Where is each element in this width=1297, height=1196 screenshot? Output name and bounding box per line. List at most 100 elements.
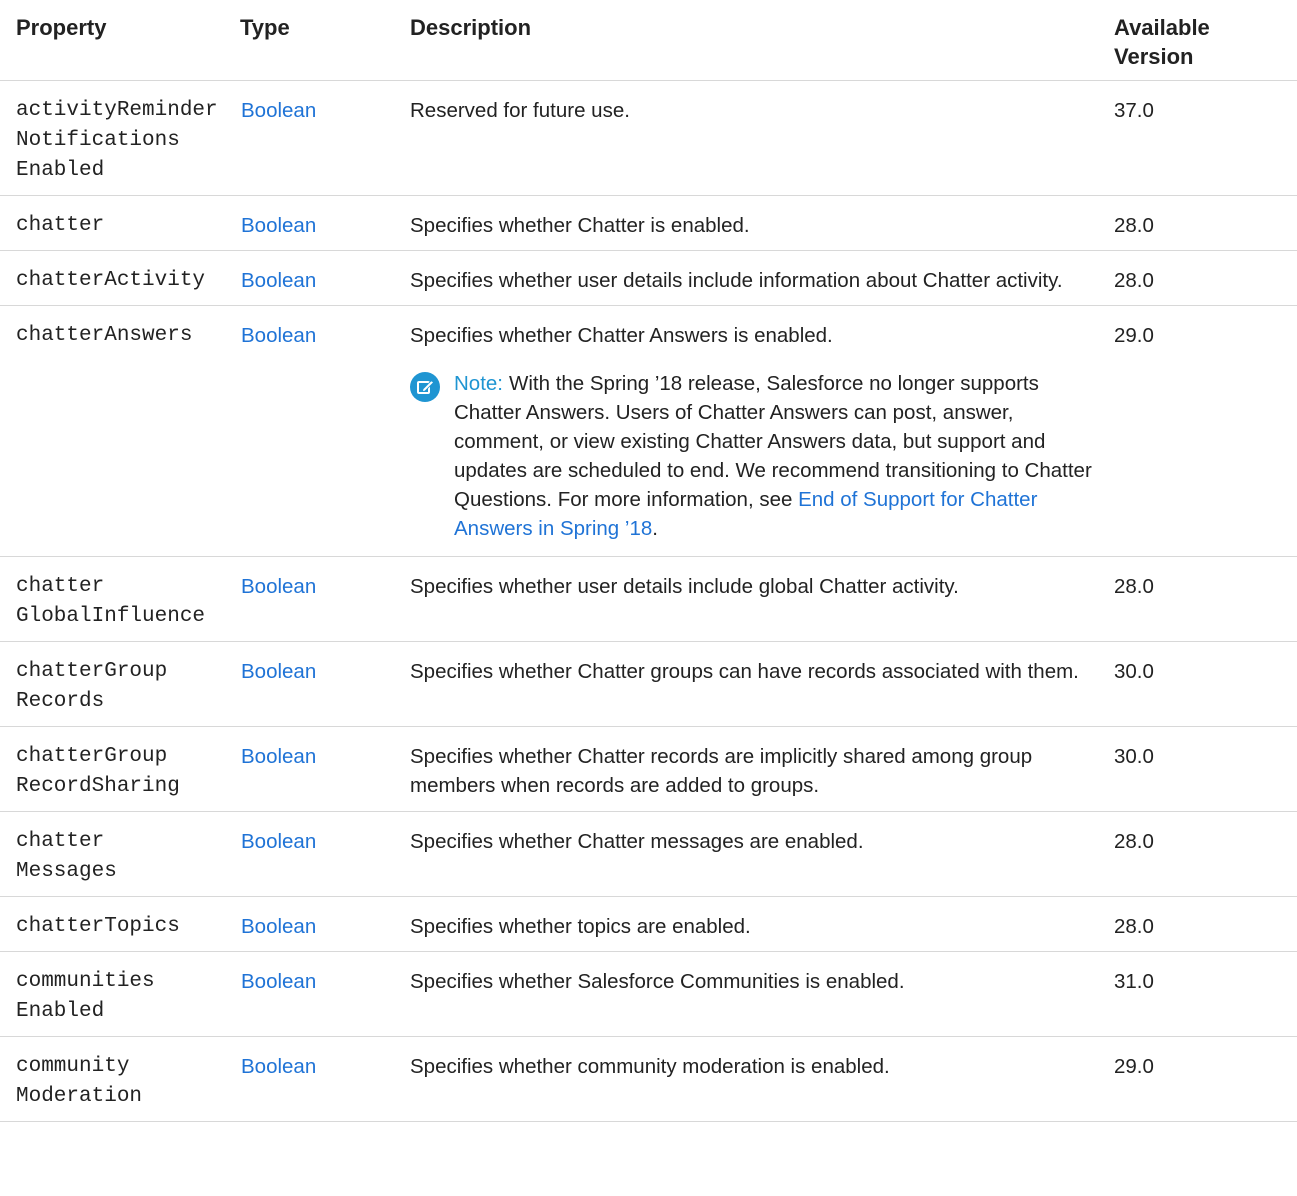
- type-cell: Boolean: [232, 896, 402, 952]
- property-name-line: Messages: [16, 860, 117, 883]
- table-row: chatter Messages Boolean Specifies whethe…: [0, 811, 1297, 897]
- type-link[interactable]: Boolean: [241, 99, 316, 122]
- version-cell: 37.0: [1108, 80, 1297, 196]
- table-row: activityReminder Notifications Enabled Boo…: [0, 80, 1297, 196]
- table-row: chatterActivity Boolean Specifies whethe…: [0, 250, 1297, 306]
- description-cell: Specifies whether Chatter records are im…: [402, 726, 1108, 812]
- property-name-line: RecordSharing: [16, 775, 180, 798]
- version-cell: 28.0: [1108, 556, 1297, 642]
- note-label: Note:: [454, 372, 503, 395]
- description-text: Specifies whether user details include i…: [410, 269, 1063, 292]
- property-name-line: chatter: [16, 214, 105, 237]
- type-link[interactable]: Boolean: [241, 660, 316, 683]
- description-cell: Specifies whether topics are enabled.: [402, 896, 1108, 952]
- property-cell: chatterGroup RecordSharing: [0, 726, 232, 812]
- version-cell: 29.0: [1108, 1036, 1297, 1122]
- version-cell: 28.0: [1108, 811, 1297, 897]
- version-cell: 28.0: [1108, 195, 1297, 251]
- property-cell: communities Enabled: [0, 951, 232, 1037]
- property-name-line: Notifications: [16, 129, 180, 152]
- property-cell: chatterTopics: [0, 896, 232, 952]
- property-cell: chatter Messages: [0, 811, 232, 897]
- note-callout: Note: With the Spring ’18 release, Salesf…: [410, 369, 1100, 547]
- type-link[interactable]: Boolean: [241, 575, 316, 598]
- table-row: community Moderation Boolean Specifies wh…: [0, 1036, 1297, 1122]
- version-cell: 30.0: [1108, 726, 1297, 812]
- property-name-line: Moderation: [16, 1085, 143, 1108]
- property-name-line: communities: [16, 970, 155, 993]
- property-name-line: chatter: [16, 575, 105, 598]
- table-body: activityReminder Notifications Enabled Boo…: [0, 80, 1297, 1122]
- note-end: .: [652, 517, 658, 540]
- property-cell: activityReminder Notifications Enabled: [0, 80, 232, 196]
- type-link[interactable]: Boolean: [241, 830, 316, 853]
- type-link[interactable]: Boolean: [241, 1055, 316, 1078]
- table-row: chatter GlobalInfluence Boolean Specifies…: [0, 556, 1297, 642]
- property-name-line: community: [16, 1055, 130, 1078]
- version-cell: 30.0: [1108, 641, 1297, 727]
- version-cell: 31.0: [1108, 951, 1297, 1037]
- property-name-line: chatter: [16, 830, 105, 853]
- description-text: Specifies whether topics are enabled.: [410, 915, 751, 938]
- version-cell: 29.0: [1108, 305, 1297, 557]
- description-cell: Specifies whether user details include g…: [402, 556, 1108, 642]
- table-row: chatterGroup Records Boolean Specifies wh…: [0, 641, 1297, 727]
- table-row: chatterGroup RecordSharing Boolean Specif…: [0, 726, 1297, 812]
- description-text: Specifies whether Chatter Answers is ena…: [410, 324, 833, 347]
- type-link[interactable]: Boolean: [241, 324, 316, 347]
- property-name-line: GlobalInfluence: [16, 605, 206, 628]
- property-name-line: Enabled: [16, 159, 105, 182]
- property-name-line: Records: [16, 690, 105, 713]
- property-name-line: chatterActivity: [16, 269, 206, 292]
- header-row: Property Type Description Available Vers…: [0, 0, 1297, 81]
- type-cell: Boolean: [232, 726, 402, 812]
- description-text: Specifies whether Chatter groups can hav…: [410, 660, 1079, 683]
- type-cell: Boolean: [232, 80, 402, 196]
- description-cell: Reserved for future use.: [402, 80, 1108, 196]
- type-cell: Boolean: [232, 641, 402, 727]
- description-text: Specifies whether Chatter is enabled.: [410, 214, 750, 237]
- property-cell: chatterAnswers: [0, 305, 232, 557]
- table-row: communities Enabled Boolean Specifies whe…: [0, 951, 1297, 1037]
- property-name-line: chatterAnswers: [16, 324, 193, 347]
- type-link[interactable]: Boolean: [241, 745, 316, 768]
- table-row: chatter Boolean Specifies whether Chatte…: [0, 195, 1297, 251]
- table-row: chatterTopics Boolean Specifies whether …: [0, 896, 1297, 952]
- property-name-line: chatterGroup: [16, 660, 168, 683]
- description-cell: Specifies whether Chatter groups can hav…: [402, 641, 1108, 727]
- header-type: Type: [232, 0, 402, 81]
- edit-note-icon: [410, 372, 440, 402]
- header-description: Description: [402, 0, 1108, 81]
- type-cell: Boolean: [232, 1036, 402, 1122]
- description-text: Specifies whether user details include g…: [410, 575, 959, 598]
- type-cell: Boolean: [232, 811, 402, 897]
- property-cell: community Moderation: [0, 1036, 232, 1122]
- properties-table: Property Type Description Available Vers…: [0, 0, 1297, 1122]
- property-name-line: chatterGroup: [16, 745, 168, 768]
- property-name-line: Enabled: [16, 1000, 105, 1023]
- type-link[interactable]: Boolean: [241, 214, 316, 237]
- type-cell: Boolean: [232, 195, 402, 251]
- property-cell: chatter GlobalInfluence: [0, 556, 232, 642]
- description-cell: Specifies whether Chatter is enabled.: [402, 195, 1108, 251]
- property-cell: chatter: [0, 195, 232, 251]
- description-cell: Specifies whether Chatter messages are e…: [402, 811, 1108, 897]
- description-text: Specifies whether Salesforce Communities…: [410, 970, 905, 993]
- description-text: Reserved for future use.: [410, 99, 630, 122]
- header-available-version: Available Version: [1108, 0, 1297, 81]
- type-cell: Boolean: [232, 305, 402, 557]
- description-cell: Specifies whether user details include i…: [402, 250, 1108, 306]
- description-cell: Specifies whether Chatter Answers is ena…: [402, 305, 1108, 557]
- type-link[interactable]: Boolean: [241, 269, 316, 292]
- description-cell: Specifies whether community moderation i…: [402, 1036, 1108, 1122]
- type-link[interactable]: Boolean: [241, 915, 316, 938]
- type-cell: Boolean: [232, 951, 402, 1037]
- property-cell: chatterGroup Records: [0, 641, 232, 727]
- version-cell: 28.0: [1108, 250, 1297, 306]
- type-link[interactable]: Boolean: [241, 970, 316, 993]
- table-row: chatterAnswers Boolean Specifies whether…: [0, 305, 1297, 557]
- property-cell: chatterActivity: [0, 250, 232, 306]
- type-cell: Boolean: [232, 250, 402, 306]
- description-cell: Specifies whether Salesforce Communities…: [402, 951, 1108, 1037]
- property-name-line: chatterTopics: [16, 915, 180, 938]
